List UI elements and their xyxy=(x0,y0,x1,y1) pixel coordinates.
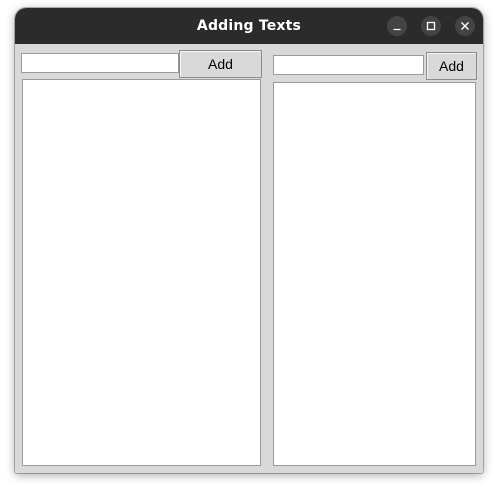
left-add-button[interactable]: Add xyxy=(179,50,262,78)
close-button[interactable] xyxy=(455,16,475,36)
right-text-list[interactable] xyxy=(273,82,476,466)
maximize-button[interactable] xyxy=(421,16,441,36)
minimize-button[interactable] xyxy=(387,16,407,36)
maximize-icon xyxy=(426,21,436,31)
window-content: Add Add xyxy=(15,44,483,473)
window-title: Adding Texts xyxy=(196,18,302,34)
close-icon xyxy=(461,22,469,30)
app-window: Adding Texts Add Add xyxy=(15,8,483,473)
right-text-input[interactable] xyxy=(273,55,424,75)
title-bar[interactable]: Adding Texts xyxy=(15,8,483,44)
left-text-input[interactable] xyxy=(21,53,179,73)
minimize-icon xyxy=(393,28,401,31)
left-text-list[interactable] xyxy=(22,79,261,466)
right-add-button[interactable]: Add xyxy=(426,52,477,80)
